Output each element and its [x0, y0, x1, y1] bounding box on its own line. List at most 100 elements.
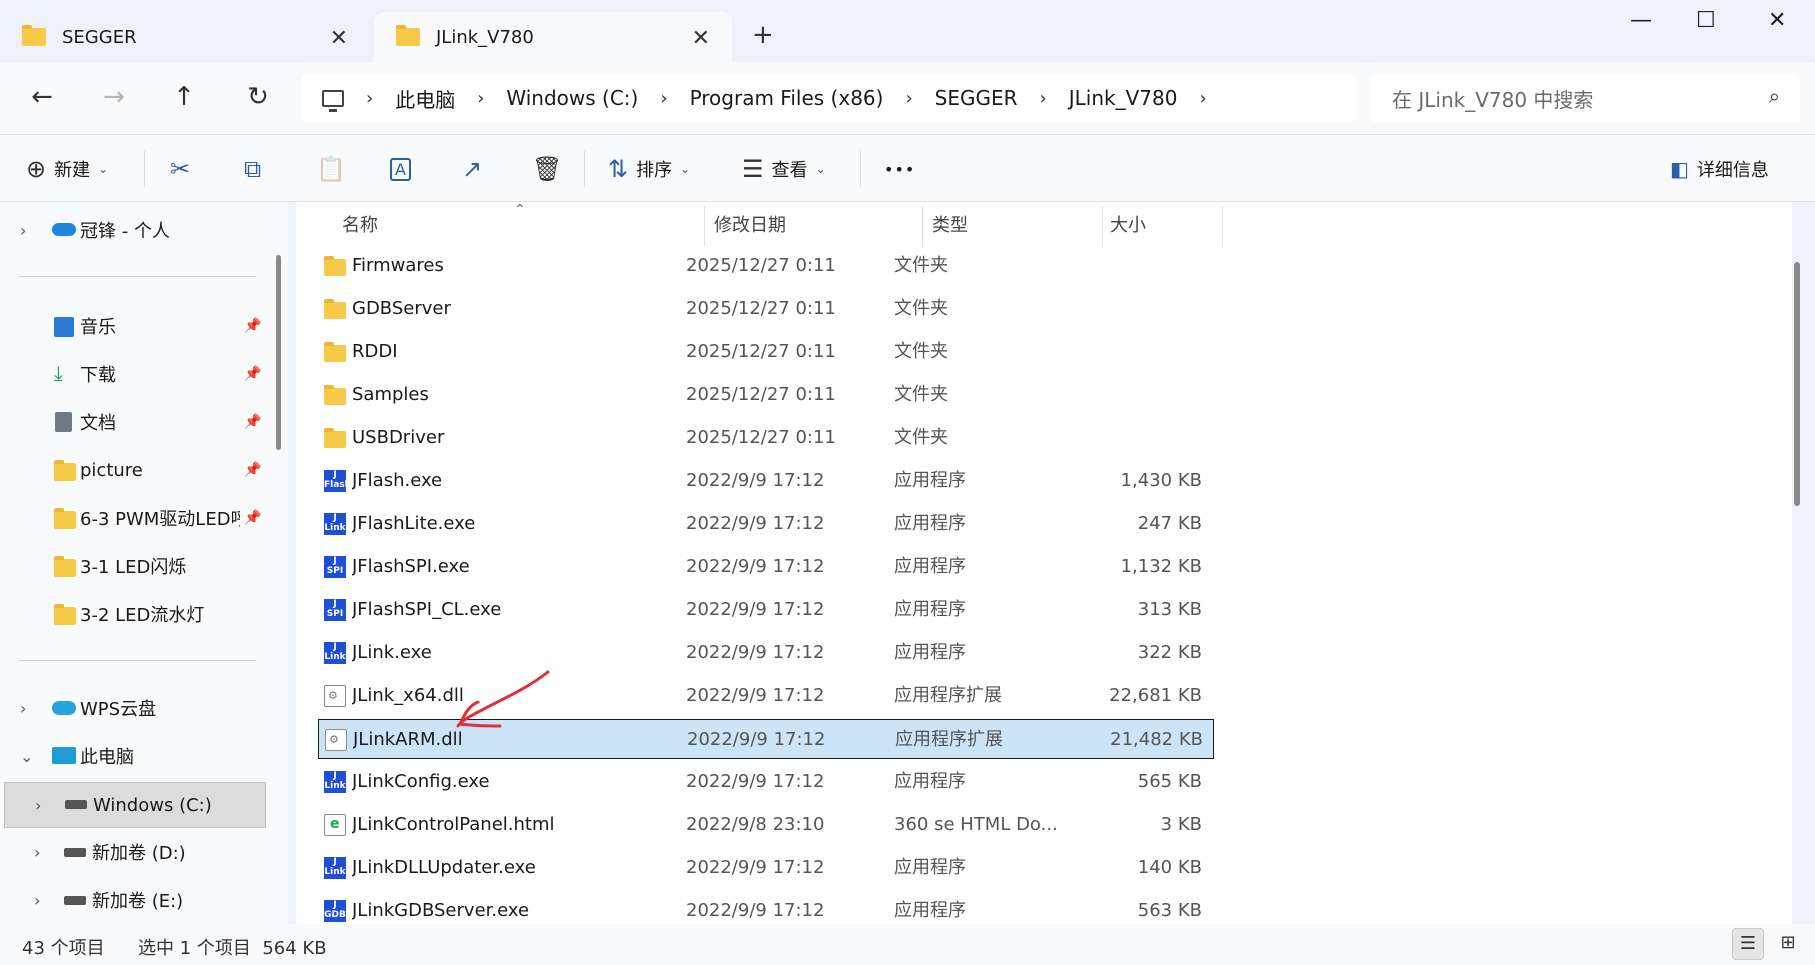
- sort-button[interactable]: ⇅ 排序 ⌄: [608, 135, 690, 203]
- breadcrumb-item[interactable]: Windows (C:): [506, 86, 638, 110]
- chevron-down-icon: ⌄: [680, 162, 691, 176]
- sidebar-item-pwm-led[interactable]: 6-3 PWM驱动LED呼 📌: [0, 498, 270, 538]
- search-icon[interactable]: ⌕: [1769, 84, 1780, 108]
- tab-segger[interactable]: SEGGER ✕: [0, 12, 370, 62]
- close-window-button[interactable]: ✕: [1768, 8, 1786, 33]
- file-size: 565 KB: [1137, 771, 1202, 792]
- file-row[interactable]: JLinkControlPanel.html 2022/9/8 23:10 360 …: [318, 805, 1214, 845]
- sidebar-item-music[interactable]: 音乐 📌: [0, 306, 270, 346]
- cut-button[interactable]: ✂: [170, 135, 198, 203]
- sidebar-item-led-blink[interactable]: 3-1 LED闪烁: [0, 546, 270, 586]
- sidebar-item-windows-c[interactable]: › Windows (C:): [4, 782, 266, 828]
- column-divider[interactable]: [704, 206, 705, 246]
- column-header-size[interactable]: 大小: [1110, 202, 1210, 246]
- file-row[interactable]: J Link JLinkDLLUpdater.exe 2022/9/9 17:12 应…: [318, 848, 1214, 888]
- chevron-down-icon[interactable]: ⌄: [20, 747, 33, 766]
- application-icon: J SPI: [324, 599, 346, 621]
- sidebar-item-label: 新加卷 (E:): [92, 891, 184, 912]
- sidebar-item-onedrive[interactable]: › 冠锋 - 个人: [0, 210, 270, 250]
- breadcrumb[interactable]: › 此电脑 › Windows (C:) › Program Files (x8…: [302, 74, 1356, 122]
- file-name: USBDriver: [352, 427, 445, 448]
- application-icon: J Link: [324, 771, 346, 793]
- details-view-button[interactable]: ☰: [1732, 928, 1764, 960]
- file-date: 2022/9/9 17:12: [686, 599, 825, 620]
- file-row[interactable]: GDBServer 2025/12/27 0:11 文件夹: [318, 289, 1214, 329]
- pin-icon: 📌: [244, 318, 262, 334]
- new-tab-button[interactable]: +: [752, 20, 774, 50]
- delete-button[interactable]: 🗑: [532, 135, 570, 203]
- sidebar-scrollbar[interactable]: [276, 255, 281, 450]
- breadcrumb-item[interactable]: 此电脑: [395, 84, 455, 113]
- sidebar-item-wps-cloud[interactable]: › WPS云盘: [0, 688, 270, 728]
- breadcrumb-item[interactable]: SEGGER: [935, 86, 1018, 110]
- back-button[interactable]: ←: [22, 82, 62, 112]
- up-button[interactable]: ↑: [164, 82, 204, 112]
- breadcrumb-item[interactable]: JLink_V780: [1069, 86, 1178, 110]
- file-type: 文件夹: [894, 427, 948, 448]
- sidebar-item-documents[interactable]: 文档 📌: [0, 402, 270, 442]
- new-button[interactable]: ⊕ 新建 ⌄: [26, 135, 108, 203]
- file-row[interactable]: J Link JLink.exe 2022/9/9 17:12 应用程序 322 KB: [318, 633, 1214, 673]
- file-size: 21,482 KB: [1110, 729, 1203, 750]
- sidebar-item-drive-e[interactable]: › 新加卷 (E:): [0, 880, 270, 920]
- breadcrumb-separator[interactable]: ›: [660, 88, 667, 109]
- sidebar-item-drive-d[interactable]: › 新加卷 (D:): [0, 832, 270, 872]
- file-type: 文件夹: [894, 298, 948, 319]
- file-row[interactable]: J Link JFlashLite.exe 2022/9/9 17:12 应用程序 24…: [318, 504, 1214, 544]
- chevron-right-icon[interactable]: ›: [35, 796, 41, 815]
- file-row[interactable]: J Flash JFlash.exe 2022/9/9 17:12 应用程序 1,430…: [318, 461, 1214, 501]
- rename-button[interactable]: A: [390, 135, 419, 203]
- chevron-right-icon[interactable]: ›: [34, 891, 40, 910]
- file-type: 文件夹: [894, 384, 948, 405]
- breadcrumb-separator[interactable]: ›: [905, 88, 912, 109]
- close-tab-icon[interactable]: ✕: [692, 26, 710, 51]
- details-button[interactable]: ◧ 详细信息: [1670, 135, 1769, 203]
- share-button[interactable]: ↗: [462, 135, 490, 203]
- sidebar-item-this-pc[interactable]: ⌄ 此电脑: [0, 736, 270, 776]
- breadcrumb-separator[interactable]: ›: [1199, 88, 1206, 109]
- folder-icon: [54, 508, 76, 529]
- chevron-right-icon[interactable]: ›: [20, 221, 26, 240]
- download-icon: ⤓: [54, 361, 63, 385]
- folder-icon: [396, 25, 420, 46]
- maximize-button[interactable]: ☐: [1696, 8, 1716, 33]
- file-row[interactable]: J Link JLinkConfig.exe 2022/9/9 17:12 应用程序 5…: [318, 762, 1214, 802]
- sidebar-item-picture[interactable]: picture 📌: [0, 450, 270, 490]
- view-button[interactable]: ☰ 查看 ⌄: [742, 135, 826, 203]
- file-type: 文件夹: [894, 255, 948, 276]
- column-divider[interactable]: [922, 206, 923, 246]
- file-row[interactable]: J SPI JFlashSPI_CL.exe 2022/9/9 17:12 应用程序 3…: [318, 590, 1214, 630]
- file-row[interactable]: J SPI JFlashSPI.exe 2022/9/9 17:12 应用程序 1,13…: [318, 547, 1214, 587]
- column-header-name[interactable]: 名称: [342, 202, 700, 246]
- file-type: 应用程序: [894, 771, 966, 792]
- copy-button[interactable]: ⧉: [244, 135, 269, 203]
- sidebar-item-downloads[interactable]: ⤓ 下载 📌: [0, 354, 270, 394]
- chevron-right-icon[interactable]: ›: [20, 699, 26, 718]
- tab-jlink-v780[interactable]: JLink_V780 ✕: [374, 12, 732, 62]
- breadcrumb-separator[interactable]: ›: [477, 88, 484, 109]
- breadcrumb-item[interactable]: Program Files (x86): [690, 86, 884, 110]
- forward-button[interactable]: →: [94, 82, 134, 112]
- file-row[interactable]: JLink_x64.dll 2022/9/9 17:12 应用程序扩展 22,681 …: [318, 676, 1214, 716]
- column-header-date[interactable]: 修改日期: [714, 202, 884, 246]
- search-input[interactable]: 在 JLink_V780 中搜索 ⌕: [1370, 74, 1800, 122]
- refresh-button[interactable]: ↻: [238, 82, 278, 112]
- close-tab-icon[interactable]: ✕: [330, 26, 348, 51]
- file-row[interactable]: USBDriver 2025/12/27 0:11 文件夹: [318, 418, 1214, 458]
- breadcrumb-separator[interactable]: ›: [1040, 88, 1047, 109]
- paste-button[interactable]: 📋: [316, 135, 354, 203]
- column-divider[interactable]: [1102, 206, 1103, 246]
- file-list-scrollbar[interactable]: [1794, 262, 1800, 506]
- file-row[interactable]: Firmwares 2025/12/27 0:11 文件夹: [318, 246, 1214, 286]
- breadcrumb-separator[interactable]: ›: [366, 88, 373, 109]
- file-row[interactable]: RDDI 2025/12/27 0:11 文件夹: [318, 332, 1214, 372]
- tiles-view-button[interactable]: ⊞: [1772, 928, 1804, 960]
- more-button[interactable]: •••: [884, 135, 915, 203]
- file-row[interactable]: Samples 2025/12/27 0:11 文件夹: [318, 375, 1214, 415]
- file-row[interactable]: JLinkARM.dll 2022/9/9 17:12 应用程序扩展 21,482 K…: [318, 719, 1214, 759]
- column-divider[interactable]: [1222, 206, 1223, 246]
- column-header-type[interactable]: 类型: [932, 202, 1082, 246]
- sidebar-item-led-flow[interactable]: 3-2 LED流水灯: [0, 594, 270, 634]
- minimize-button[interactable]: —: [1630, 8, 1652, 33]
- chevron-right-icon[interactable]: ›: [34, 843, 40, 862]
